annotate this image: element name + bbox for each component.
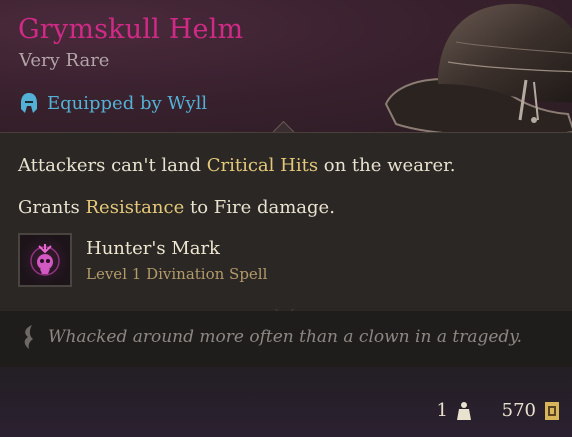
weight-icon <box>457 401 471 420</box>
effect-text: on the wearer. <box>318 155 456 176</box>
effect-text: Attackers can't land <box>18 155 207 176</box>
tooltip-footer: 1 570 <box>0 367 572 437</box>
spell-name: Hunter's Mark <box>86 238 220 259</box>
item-rarity: Very Rare <box>19 50 110 71</box>
tooltip-body: Attackers can't land Critical Hits on th… <box>0 132 572 311</box>
weight-value: 1 <box>436 400 448 421</box>
effect-text: Grants <box>18 197 86 218</box>
hat-item-image <box>384 3 572 137</box>
effect-fire-resistance: Grants Resistance to Fire damage. <box>18 197 335 218</box>
item-price: 570 <box>502 400 560 421</box>
helmet-icon <box>21 93 37 113</box>
tooltip-header: Grymskull Helm Very Rare Equipped by Wyl… <box>0 0 572 137</box>
keyword-critical-hits[interactable]: Critical Hits <box>207 155 318 176</box>
flavor-section: Whacked around more often than a clown i… <box>0 311 572 367</box>
granted-spell[interactable]: Hunter's Mark Level 1 Divination Spell <box>18 233 267 287</box>
item-name: Grymskull Helm <box>18 14 244 45</box>
equipped-status: Equipped by Wyll <box>19 92 207 114</box>
item-weight: 1 <box>437 400 472 421</box>
flavor-text: Whacked around more often than a clown i… <box>48 327 523 347</box>
effect-text: to Fire damage. <box>184 197 335 218</box>
keyword-resistance[interactable]: Resistance <box>86 197 185 218</box>
spell-info: Hunter's Mark Level 1 Divination Spell <box>86 233 267 287</box>
effect-critical-immunity: Attackers can't land Critical Hits on th… <box>18 155 456 176</box>
item-tooltip: Grymskull Helm Very Rare Equipped by Wyl… <box>0 0 572 437</box>
quill-icon <box>24 325 33 349</box>
spell-level-school: Level 1 Divination Spell <box>86 265 268 283</box>
gold-coin-icon <box>545 401 559 420</box>
equipped-label: Equipped by Wyll <box>47 92 208 114</box>
price-value: 570 <box>501 400 536 421</box>
hunters-mark-icon <box>18 233 72 287</box>
